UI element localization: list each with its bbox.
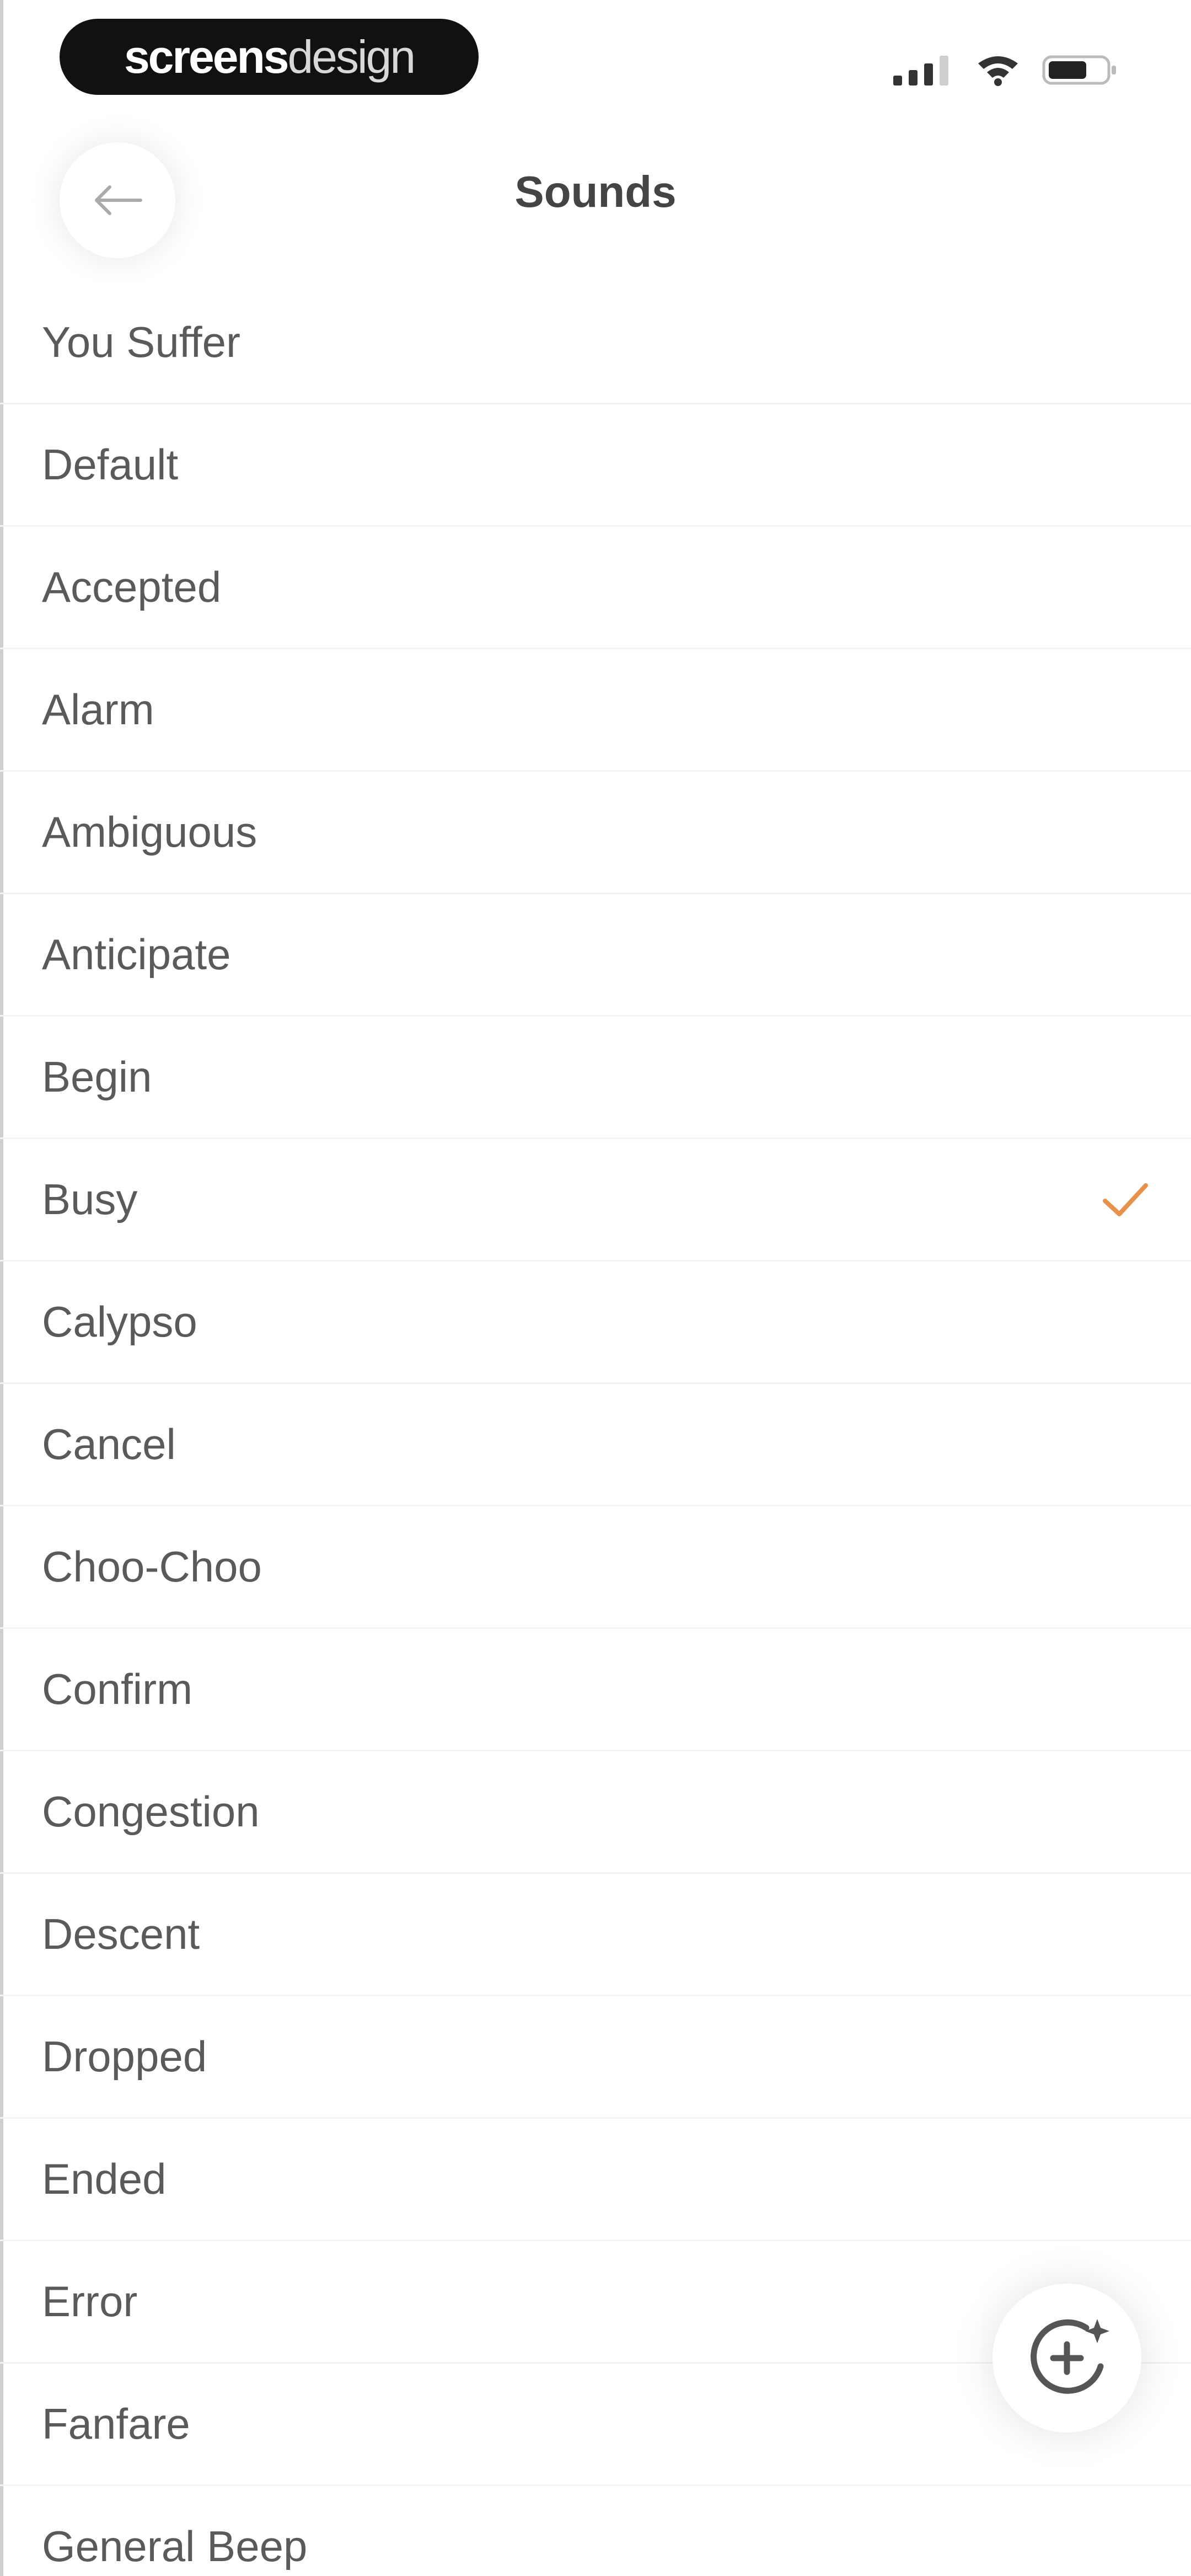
page-title: Sounds [514, 167, 677, 216]
sound-item-label: Accepted [42, 563, 222, 611]
sound-item-label: Confirm [42, 1665, 193, 1713]
sound-item[interactable]: Ambiguous [0, 772, 1191, 894]
sound-item[interactable]: Congestion [0, 1751, 1191, 1874]
sparkle-add-icon [1031, 2319, 1109, 2394]
sound-item-label: You Suffer [42, 318, 240, 366]
sound-item-label: Descent [42, 1910, 200, 1958]
sound-item-label: Anticipate [42, 930, 231, 979]
checkmark-icon [1103, 1183, 1148, 1216]
sound-item[interactable]: You Suffer [0, 282, 1191, 404]
battery-icon [1042, 55, 1116, 85]
sound-item[interactable]: Default [0, 404, 1191, 527]
sound-item[interactable]: Cancel [0, 1384, 1191, 1506]
sound-item-label: Congestion [42, 1787, 260, 1836]
sound-item-label: Default [42, 440, 179, 489]
sound-item[interactable]: Confirm [0, 1629, 1191, 1751]
header: Sounds [0, 127, 1191, 259]
sound-item-label: Ambiguous [42, 808, 257, 856]
sound-item-label: Dropped [42, 2032, 207, 2081]
sound-list: You Suffer Default Accepted Alarm Ambigu… [0, 282, 1191, 2576]
sound-item[interactable]: Choo-Choo [0, 1506, 1191, 1629]
sound-item-label: Error [42, 2277, 138, 2326]
sound-item[interactable]: Calypso [0, 1262, 1191, 1384]
sound-item-label: Begin [42, 1052, 152, 1101]
sound-item-label: Cancel [42, 1420, 176, 1468]
sound-item-label: Busy [42, 1175, 138, 1223]
wifi-icon [978, 56, 1018, 86]
signal-icon [893, 56, 948, 85]
sound-item[interactable]: General Beep [0, 2486, 1191, 2576]
watermark-light: design [287, 30, 416, 83]
sound-item-label: Choo-Choo [42, 1542, 262, 1591]
sound-item[interactable]: Anticipate [0, 894, 1191, 1017]
sound-item[interactable]: Accepted [0, 527, 1191, 649]
sound-item[interactable]: Begin [0, 1017, 1191, 1139]
watermark-logo: screens design [60, 19, 479, 95]
sound-item[interactable]: Alarm [0, 649, 1191, 772]
sound-item[interactable]: Dropped [0, 1996, 1191, 2119]
watermark-bold: screens [124, 30, 289, 83]
sound-item-label: Alarm [42, 685, 154, 734]
sparkle-add-button[interactable] [993, 2284, 1141, 2433]
sound-item-label: Ended [42, 2155, 167, 2203]
sound-item-label: Fanfare [42, 2399, 190, 2448]
sound-item-label: General Beep [42, 2522, 308, 2570]
sound-item[interactable]: Ended [0, 2119, 1191, 2241]
sound-item-label: Calypso [42, 1297, 197, 1346]
sound-item[interactable]: Descent [0, 1874, 1191, 1996]
sounds-screen: screens design Sounds You Suffer Default… [0, 0, 1191, 2576]
status-bar: screens design [0, 0, 1191, 127]
sound-item-selected[interactable]: Busy [0, 1139, 1191, 1262]
status-icons [893, 51, 1119, 89]
